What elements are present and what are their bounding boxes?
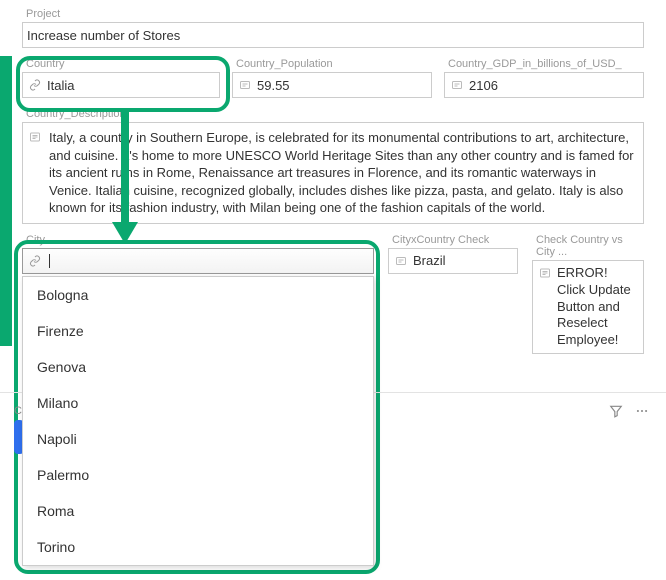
errorcheck-value: ERROR! Click Update Button and Reselect …: [557, 265, 637, 349]
gdp-label: Country_GDP_in_billions_of_USD_: [444, 58, 644, 70]
link-icon: [27, 255, 43, 267]
link-icon: [27, 79, 43, 91]
errorcheck-field[interactable]: ERROR! Click Update Button and Reselect …: [532, 260, 644, 354]
country-field[interactable]: Italia: [22, 72, 220, 98]
more-icon[interactable]: [632, 401, 652, 421]
city-option[interactable]: Firenze: [23, 313, 373, 349]
city-option[interactable]: Milano: [23, 385, 373, 421]
city-option[interactable]: Palermo: [23, 457, 373, 493]
population-value: 59.55: [257, 78, 427, 93]
city-dropdown: BolognaFirenzeGenovaMilanoNapoliPalermoR…: [22, 276, 374, 566]
description-value: Italy, a country in Southern Europe, is …: [49, 129, 635, 217]
filter-icon[interactable]: [606, 401, 626, 421]
project-field[interactable]: Increase number of Stores: [22, 22, 644, 48]
country-label: Country: [22, 58, 220, 70]
city-option[interactable]: Napoli: [23, 421, 373, 457]
longtext-icon: [537, 267, 553, 279]
city-option[interactable]: Genova: [23, 349, 373, 385]
text-icon: [237, 79, 253, 91]
country-value: Italia: [47, 78, 215, 93]
project-label: Project: [22, 8, 644, 20]
crosscheck-label: CityxCountry Check: [388, 234, 518, 246]
description-field[interactable]: Italy, a country in Southern Europe, is …: [22, 122, 644, 224]
city-label: City: [22, 234, 374, 246]
gdp-value: 2106: [469, 78, 639, 93]
city-option[interactable]: Roma: [23, 493, 373, 529]
errorcheck-label: Check Country vs City ...: [532, 234, 644, 258]
gdp-field[interactable]: 2106: [444, 72, 644, 98]
crosscheck-value: Brazil: [413, 253, 513, 268]
population-label: Country_Population: [232, 58, 432, 70]
text-icon: [449, 79, 465, 91]
city-option[interactable]: Bologna: [23, 277, 373, 313]
population-field[interactable]: 59.55: [232, 72, 432, 98]
city-field[interactable]: [22, 248, 374, 274]
crosscheck-field[interactable]: Brazil: [388, 248, 518, 274]
description-label: Country_Description: [22, 108, 644, 120]
project-value: Increase number of Stores: [27, 28, 639, 43]
text-icon: [393, 255, 409, 267]
longtext-icon: [27, 131, 43, 143]
city-option[interactable]: Torino: [23, 529, 373, 565]
text-caret: [49, 254, 50, 268]
